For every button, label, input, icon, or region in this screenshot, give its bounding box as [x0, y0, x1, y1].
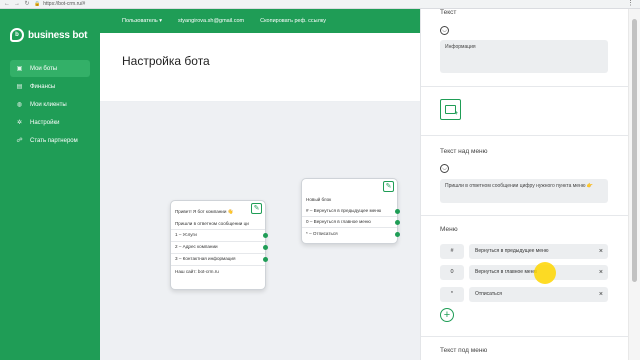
connector-dot[interactable] — [263, 245, 268, 250]
clients-icon: ◍ — [16, 102, 23, 108]
sidebar-item-label: Мои боты — [30, 65, 58, 72]
connector-dot[interactable] — [263, 257, 268, 262]
section-divider — [421, 215, 628, 216]
header-divider — [100, 88, 420, 102]
text-below-menu-label: Текст под меню — [440, 347, 488, 354]
block-line: 3 – Контактная информация — [175, 256, 236, 261]
user-menu[interactable]: Пользователь ▾ — [122, 18, 162, 24]
block-line: Пришли в ответном сообщении ци — [175, 221, 249, 226]
bot-icon: ▣ — [16, 66, 23, 72]
menu-key-field[interactable]: * — [440, 287, 464, 302]
block-separator — [171, 253, 265, 254]
sidebar-item-partner[interactable]: ☍ Стать партнером — [10, 132, 90, 149]
block-line: Новый блок — [306, 197, 332, 202]
sidebar-item-settings[interactable]: ✲ Настройки — [10, 114, 90, 131]
browser-toolbar: ← → ↻ 🔒 https://bot-crm.ru/# ⋮ — [0, 0, 640, 9]
logo[interactable]: b business bot — [10, 28, 87, 42]
emoji-icon[interactable]: ◡ — [440, 164, 449, 173]
remove-icon[interactable]: × — [599, 287, 603, 302]
user-email: styangirova.sh@gmail.com — [177, 18, 245, 24]
remove-icon[interactable]: × — [599, 265, 603, 280]
block-line: Привет! Я бот компании 👋 — [175, 209, 234, 214]
sidebar-item-clients[interactable]: ◍ Мои клиенты — [10, 96, 90, 113]
sidebar-item-label: Настройки — [30, 119, 60, 126]
menu-key-field[interactable]: 0 — [440, 265, 464, 280]
menu-value-text: Вернуться в предыдущее меню — [475, 248, 549, 254]
copy-ref-link[interactable]: Скопировать реф. ссылку — [260, 18, 326, 24]
reload-icon[interactable]: ↻ — [24, 0, 30, 8]
emoji-icon[interactable]: ◡ — [440, 26, 449, 35]
block-line: Наш сайт: bot-crm.ru — [175, 269, 219, 274]
block-separator — [302, 216, 397, 217]
top-bar: Пользователь ▾ styangirova.sh@gmail.com … — [100, 9, 420, 33]
url-text: https://bot-crm.ru/# — [43, 1, 86, 7]
flow-canvas[interactable]: ✎ Привет! Я бот компании 👋 Пришли в отве… — [100, 102, 420, 360]
block-line: 2 – Адрес компании — [175, 244, 218, 249]
forward-icon[interactable]: → — [14, 0, 20, 8]
block-separator — [302, 227, 397, 228]
connector-dot[interactable] — [395, 209, 400, 214]
menu-value-field[interactable]: Отписаться × — [469, 287, 608, 302]
block-settings-panel: Текст ◡ Информация + Текст над меню ◡ Пр… — [420, 9, 628, 360]
edit-icon[interactable]: ✎ — [251, 203, 262, 214]
partner-icon: ☍ — [16, 138, 23, 144]
sidebar-item-label: Стать партнером — [30, 137, 78, 144]
menu-value-text: Вернуться в главное меню — [475, 269, 538, 275]
logo-icon: b — [10, 28, 24, 42]
page-title: Настройка бота — [122, 54, 210, 68]
block-separator — [171, 229, 265, 230]
wallet-icon: ▤ — [16, 84, 23, 90]
scrollbar-thumb[interactable] — [632, 19, 637, 282]
block-separator — [171, 241, 265, 242]
logo-text: business bot — [28, 29, 88, 41]
block-separator — [171, 265, 265, 266]
block-line: * – Отписаться — [306, 231, 338, 236]
block-line: # – Вернуться в предыдущее меню — [306, 208, 382, 213]
block-line: 0 – Вернуться в главное меню — [306, 219, 371, 224]
bot-block-new[interactable]: ✎ Новый блок # – Вернуться в предыдущее … — [301, 178, 400, 244]
panel-scrollbar[interactable] — [628, 9, 640, 360]
text-above-menu-field[interactable]: Пришли в ответном сообщении цифру нужног… — [440, 179, 608, 203]
address-bar[interactable]: 🔒 https://bot-crm.ru/# — [34, 1, 85, 7]
gear-icon: ✲ — [16, 120, 23, 126]
sidebar-item-finance[interactable]: ▤ Финансы — [10, 78, 90, 95]
plus-icon: + — [454, 111, 458, 117]
menu-value-text: Отписаться — [475, 291, 502, 297]
sidebar-item-my-bots[interactable]: ▣ Мои боты — [10, 60, 90, 77]
menu-key-field[interactable]: # — [440, 244, 464, 259]
remove-icon[interactable]: × — [599, 244, 603, 259]
edit-icon[interactable]: ✎ — [383, 181, 394, 192]
connector-dot[interactable] — [395, 232, 400, 237]
menu-value-field[interactable]: Вернуться в предыдущее меню × — [469, 244, 608, 259]
text-label: Текст — [440, 9, 457, 16]
menu-label: Меню — [440, 226, 458, 233]
cursor-highlight — [534, 262, 556, 284]
lock-icon: 🔒 — [34, 1, 41, 7]
back-icon[interactable]: ← — [4, 0, 10, 8]
add-image-button[interactable]: + — [440, 99, 461, 120]
section-divider — [421, 86, 628, 87]
connector-dot[interactable] — [395, 220, 400, 225]
section-divider — [421, 135, 628, 136]
add-menu-item-button[interactable]: + — [440, 308, 454, 322]
page-header: Настройка бота — [100, 33, 420, 88]
text-above-menu-label: Текст над меню — [440, 148, 488, 155]
sidebar-item-label: Мои клиенты — [30, 101, 67, 108]
block-line: 1 – Услуги — [175, 232, 197, 237]
bot-block-start[interactable]: ✎ Привет! Я бот компании 👋 Пришли в отве… — [170, 200, 268, 290]
sidebar: b business bot ▣ Мои боты ▤ Финансы ◍ Мо… — [0, 9, 100, 360]
section-divider — [421, 336, 628, 337]
browser-menu-icon[interactable]: ⋮ — [627, 0, 634, 8]
connector-dot[interactable] — [263, 233, 268, 238]
sidebar-item-label: Финансы — [30, 83, 56, 90]
text-field[interactable]: Информация — [440, 40, 608, 73]
